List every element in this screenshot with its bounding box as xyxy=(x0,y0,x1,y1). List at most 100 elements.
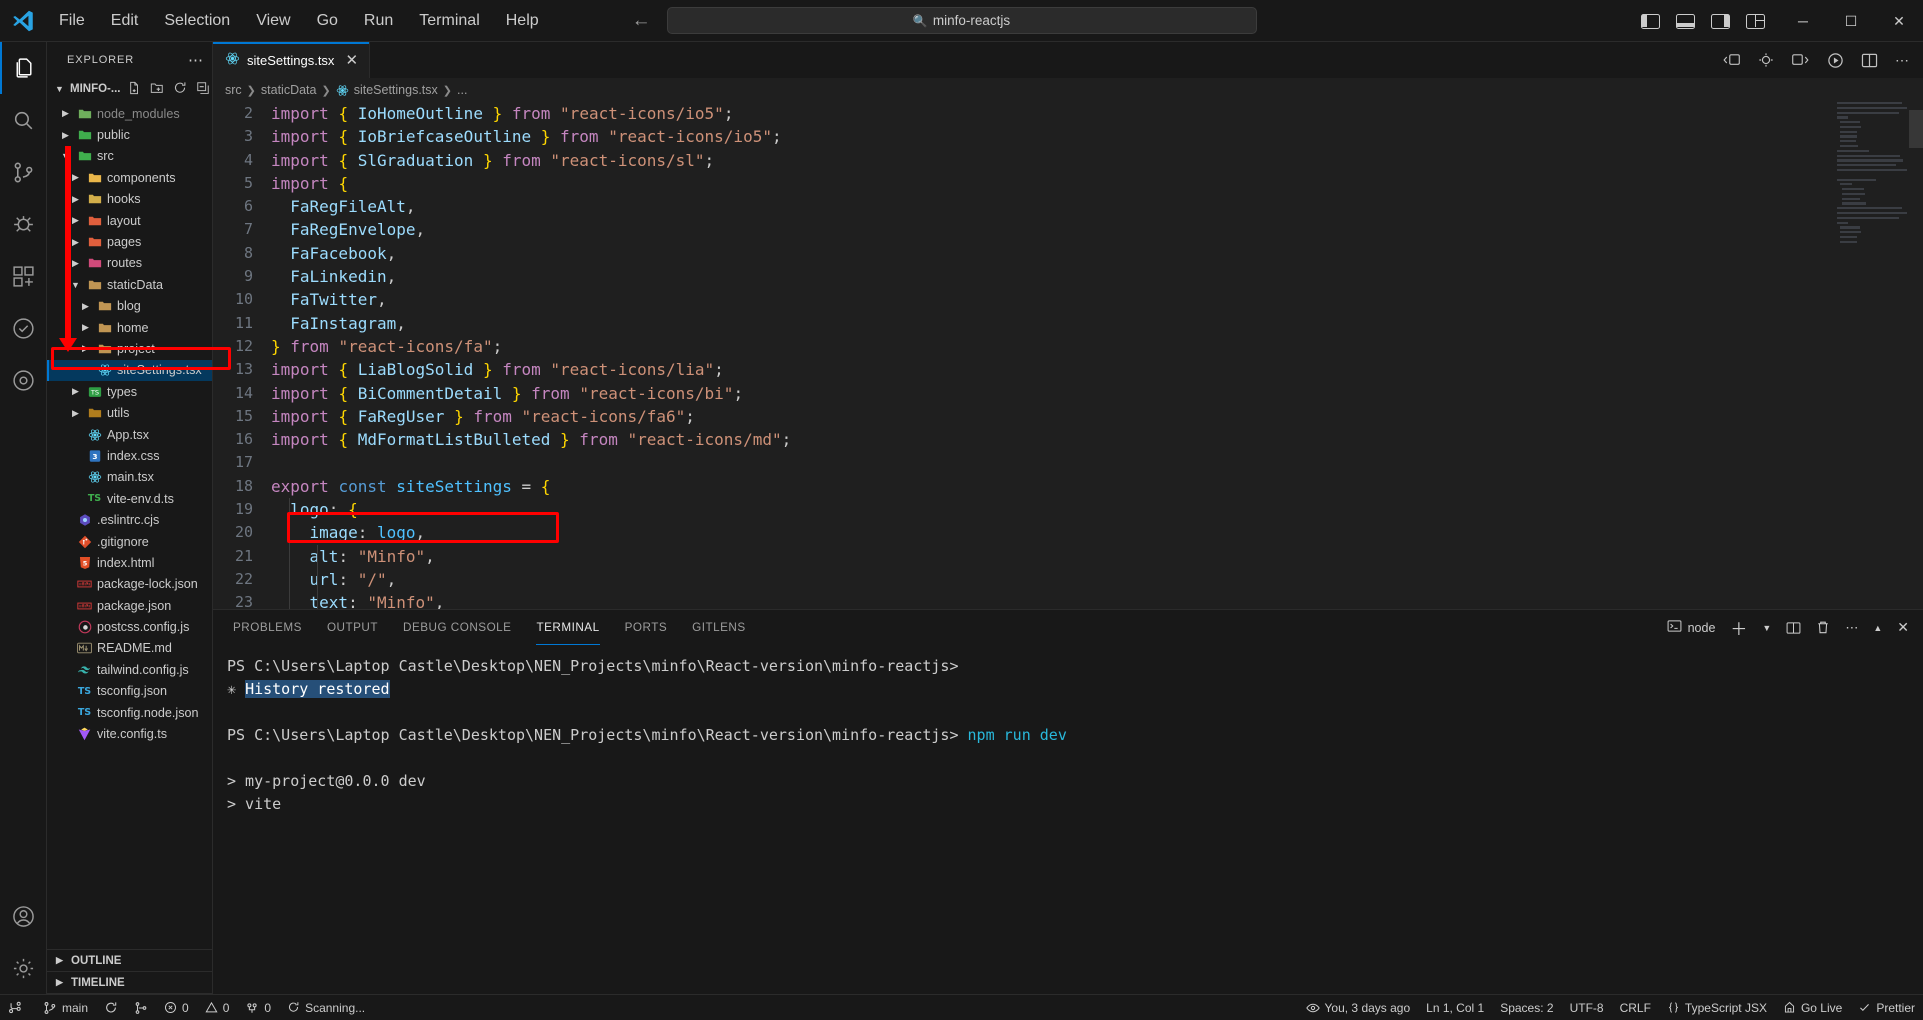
code-line[interactable]: import { IoBriefcaseOutline } from "reac… xyxy=(271,125,1923,148)
menu-terminal[interactable]: Terminal xyxy=(406,8,492,34)
status-eol[interactable]: CRLF xyxy=(1612,995,1659,1020)
tree-folder-staticdata[interactable]: ▼ staticData xyxy=(47,274,212,295)
chevron-down-icon[interactable]: ▼ xyxy=(1762,623,1771,633)
code-line[interactable]: import { FaRegUser } from "react-icons/f… xyxy=(271,405,1923,428)
activity-extensions[interactable] xyxy=(0,250,47,302)
tree-folder-layout[interactable]: ▶ layout xyxy=(47,210,212,231)
terminal-selector[interactable]: node xyxy=(1667,619,1715,636)
new-terminal-icon[interactable]: ＋ xyxy=(1730,615,1747,640)
code-line[interactable]: import { IoHomeOutline } from "react-ico… xyxy=(271,102,1923,125)
status-sync-changes[interactable] xyxy=(96,995,126,1020)
status-forwarded-ports[interactable]: 0 xyxy=(237,995,279,1020)
tree-file-readme-md[interactable]: README.md xyxy=(47,638,212,659)
tab-siteSettings-tsx[interactable]: siteSettings.tsx ✕ xyxy=(213,42,371,78)
command-center-search[interactable]: 🔍 minfo-reactjs xyxy=(666,7,1257,34)
project-root-row[interactable]: ▼ MINFO-... xyxy=(47,77,212,101)
file-tree[interactable]: ▶node_modules▶public▼src▶components▶hook… xyxy=(47,101,212,949)
refresh-icon[interactable] xyxy=(173,81,187,98)
ellipsis-icon[interactable]: ⋯ xyxy=(188,51,204,69)
chevron-right-icon[interactable]: ▶ xyxy=(79,301,92,312)
tree-folder-project[interactable]: ▶ project xyxy=(47,338,212,359)
tree-folder-types[interactable]: ▶ TS types xyxy=(47,381,212,402)
tree-folder-blog[interactable]: ▶ blog xyxy=(47,296,212,317)
code-line[interactable]: import { SlGraduation } from "react-icon… xyxy=(271,149,1923,172)
code-line[interactable]: import { xyxy=(271,172,1923,195)
panel-tab-output[interactable]: OUTPUT xyxy=(327,610,378,645)
minimap[interactable] xyxy=(1837,102,1909,609)
split-terminal-icon[interactable] xyxy=(1786,621,1801,635)
tree-file-vite-env-d-ts[interactable]: TS vite-env.d.ts xyxy=(47,488,212,509)
tree-file-main-tsx[interactable]: main.tsx xyxy=(47,467,212,488)
status-git-changes[interactable] xyxy=(126,995,156,1020)
split-editor-icon[interactable] xyxy=(1861,53,1878,68)
status-go-live[interactable]: Go Live xyxy=(1775,995,1850,1020)
tree-file-tsconfig-json[interactable]: TS tsconfig.json xyxy=(47,681,212,702)
chevron-right-icon[interactable]: ▶ xyxy=(69,408,82,419)
breadcrumb[interactable]: src ❯ staticData ❯ siteSettings.tsx ❯ ..… xyxy=(213,78,1923,102)
code-line[interactable]: url: "/", xyxy=(271,568,1923,591)
tree-file-tsconfig-node-json[interactable]: TS tsconfig.node.json xyxy=(47,702,212,723)
menu-view[interactable]: View xyxy=(243,8,303,34)
code-content[interactable]: import { IoHomeOutline } from "react-ico… xyxy=(271,102,1923,609)
toggle-secondary-sidebar-icon[interactable] xyxy=(1711,13,1730,29)
outline-section[interactable]: ▶ OUTLINE xyxy=(47,950,212,972)
new-folder-icon[interactable] xyxy=(150,81,164,98)
tree-file-vite-config-ts[interactable]: vite.config.ts xyxy=(47,723,212,744)
window-close-button[interactable]: ✕ xyxy=(1875,0,1923,42)
code-line[interactable]: logo: { xyxy=(271,498,1923,521)
breadcrumb-file[interactable]: siteSettings.tsx xyxy=(354,83,438,97)
arrow-left-icon[interactable]: ← xyxy=(632,10,651,32)
status-scanning[interactable]: Scanning... xyxy=(279,995,373,1020)
close-icon[interactable]: ✕ xyxy=(1897,619,1909,636)
toggle-primary-sidebar-icon[interactable] xyxy=(1641,13,1660,29)
split-comment-icon[interactable] xyxy=(1722,52,1741,68)
tree-file-index-html[interactable]: 5 index.html xyxy=(47,552,212,573)
activity-accounts[interactable] xyxy=(0,890,47,942)
code-line[interactable]: FaRegFileAlt, xyxy=(271,195,1923,218)
code-line[interactable]: import { BiCommentDetail } from "react-i… xyxy=(271,382,1923,405)
code-line[interactable]: FaLinkedin, xyxy=(271,265,1923,288)
chevron-right-icon[interactable]: ▶ xyxy=(79,343,92,354)
tree-file--eslintrc-cjs[interactable]: .eslintrc.cjs xyxy=(47,509,212,530)
activity-source-control[interactable] xyxy=(0,146,47,198)
panel-tab-debug-console[interactable]: DEBUG CONSOLE xyxy=(403,610,511,645)
breadcrumb-symbol[interactable]: ... xyxy=(457,83,467,97)
breadcrumb-src[interactable]: src xyxy=(225,83,242,97)
tree-folder-src[interactable]: ▼src xyxy=(47,146,212,167)
new-file-icon[interactable] xyxy=(127,81,141,98)
tree-folder-home[interactable]: ▶ home xyxy=(47,317,212,338)
activity-search[interactable] xyxy=(0,94,47,146)
more-actions-icon[interactable]: ⋯ xyxy=(1895,52,1909,69)
panel-tab-problems[interactable]: PROBLEMS xyxy=(233,610,302,645)
chevron-right-icon[interactable]: ▶ xyxy=(59,130,72,141)
code-line[interactable]: FaInstagram, xyxy=(271,312,1923,335)
menu-selection[interactable]: Selection xyxy=(151,8,243,34)
code-line[interactable]: FaRegEnvelope, xyxy=(271,218,1923,241)
code-line[interactable]: FaTwitter, xyxy=(271,288,1923,311)
run-icon[interactable] xyxy=(1827,52,1844,69)
activity-explorer[interactable] xyxy=(0,42,47,94)
status-gitlens-blame[interactable]: You, 3 days ago xyxy=(1298,995,1419,1020)
customize-layout-icon[interactable] xyxy=(1746,13,1765,29)
tree-file-sitesettings-tsx[interactable]: siteSettings.tsx xyxy=(47,359,212,382)
tree-file-postcss-config-js[interactable]: postcss.config.js xyxy=(47,616,212,637)
status-indentation[interactable]: Spaces: 2 xyxy=(1492,995,1561,1020)
chevron-down-icon[interactable]: ▼ xyxy=(53,84,66,94)
status-language-mode[interactable]: TypeScript JSX xyxy=(1659,995,1775,1020)
status-encoding[interactable]: UTF-8 xyxy=(1562,995,1612,1020)
status-warnings[interactable]: 0 xyxy=(197,995,238,1020)
code-line[interactable]: export const siteSettings = { xyxy=(271,475,1923,498)
window-minimize-button[interactable]: ─ xyxy=(1779,0,1827,42)
menu-run[interactable]: Run xyxy=(351,8,406,34)
status-prettier[interactable]: Prettier xyxy=(1850,995,1923,1020)
kill-terminal-icon[interactable] xyxy=(1816,620,1830,635)
chevron-right-icon[interactable]: ▶ xyxy=(69,386,82,397)
activity-settings[interactable] xyxy=(0,942,47,994)
status-errors[interactable]: 0 xyxy=(156,995,197,1020)
tree-file-package-json[interactable]: package.json xyxy=(47,595,212,616)
terminal-output[interactable]: PS C:\Users\Laptop Castle\Desktop\NEN_Pr… xyxy=(213,645,1923,994)
more-actions-icon[interactable]: ⋯ xyxy=(1845,620,1858,636)
timeline-section[interactable]: ▶ TIMELINE xyxy=(47,972,212,994)
menu-bar[interactable]: File Edit Selection View Go Run Terminal… xyxy=(46,8,552,34)
code-line[interactable]: FaFacebook, xyxy=(271,242,1923,265)
